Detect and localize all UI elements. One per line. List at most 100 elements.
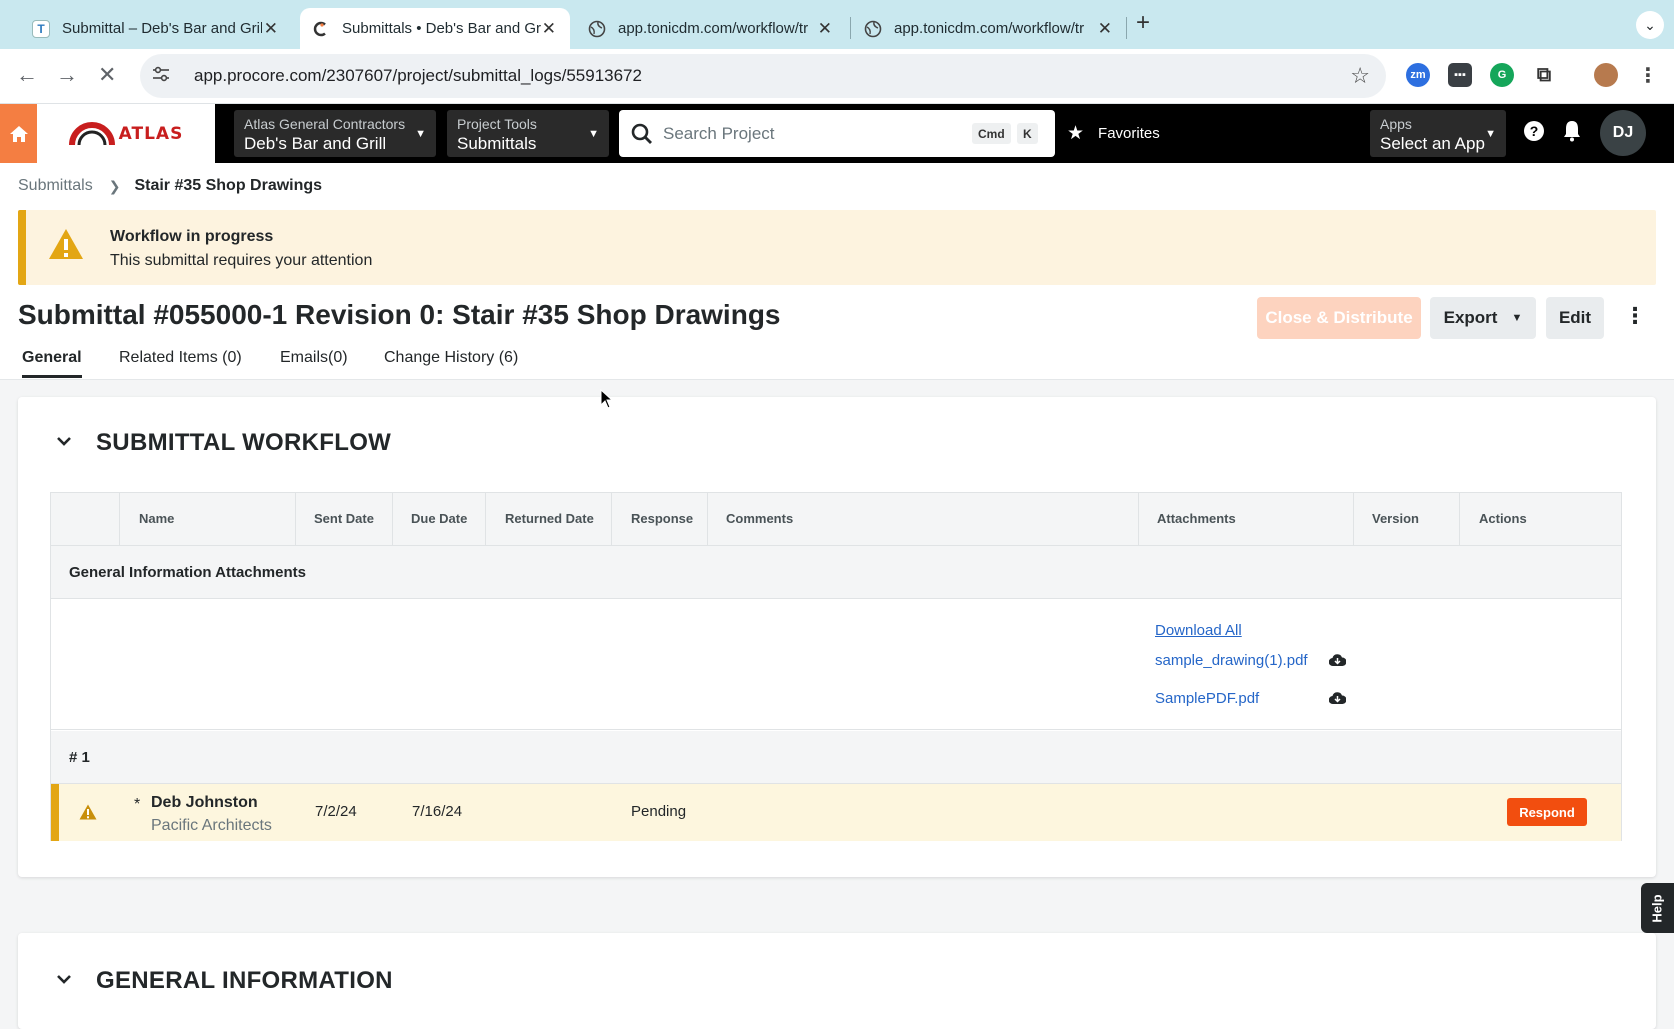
close-tab-icon[interactable]: ✕ xyxy=(264,19,278,39)
apps-label: Apps xyxy=(1380,116,1412,132)
project-tools-selector[interactable]: Project Tools Submittals ▼ xyxy=(447,110,609,157)
apps-selector[interactable]: Apps Select an App ▼ xyxy=(1370,110,1506,157)
star-icon: ★ xyxy=(1067,123,1085,144)
back-arrow-icon[interactable]: ← xyxy=(16,62,38,88)
tab-search-chevron-icon[interactable]: ⌄ xyxy=(1636,11,1664,39)
search-project-input[interactable]: Search Project Cmd K xyxy=(619,110,1055,157)
column-divider xyxy=(392,493,393,546)
puzzle-extensions-icon[interactable]: ⧉ xyxy=(1532,63,1556,87)
column-divider xyxy=(119,493,120,546)
zoom-extension-icon[interactable]: zm xyxy=(1406,63,1430,87)
attachments-row: Download All sample_drawing(1).pdf Sampl… xyxy=(51,600,1621,730)
caret-down-icon: ▼ xyxy=(1485,128,1496,140)
edit-button[interactable]: Edit xyxy=(1546,297,1604,339)
bell-icon[interactable] xyxy=(1562,120,1582,148)
breadcrumb-current: Stair #35 Shop Drawings xyxy=(134,177,323,194)
procore-icon xyxy=(312,20,330,38)
profile-avatar-icon[interactable] xyxy=(1594,63,1618,87)
home-icon[interactable] xyxy=(0,104,37,163)
cloud-download-icon[interactable] xyxy=(1328,691,1347,710)
browser-tab-4[interactable]: app.tonicdm.com/workflow/tr ✕ xyxy=(852,8,1126,49)
table-row: * Deb Johnston Pacific Architects 7/2/24… xyxy=(51,784,1621,841)
grammarly-icon[interactable]: G xyxy=(1490,63,1514,87)
column-divider xyxy=(611,493,612,546)
bookmark-star-icon[interactable]: ☆ xyxy=(1350,63,1370,89)
column-header: Version xyxy=(1372,511,1419,526)
url-text[interactable]: app.procore.com/2307607/project/submitta… xyxy=(194,66,642,86)
browser-menu-icon[interactable]: ⋮ xyxy=(1636,63,1660,87)
chevron-down-icon[interactable] xyxy=(56,434,72,452)
chevron-down-icon[interactable] xyxy=(56,972,72,990)
user-avatar[interactable]: DJ xyxy=(1600,110,1646,156)
section-title: GENERAL INFORMATION xyxy=(96,967,393,994)
help-side-tab[interactable]: Help xyxy=(1641,883,1674,933)
cloud-download-icon[interactable] xyxy=(1328,653,1347,672)
due-date: 7/16/24 xyxy=(412,803,463,820)
tab-favicon: T xyxy=(32,19,50,38)
browser-tab-1[interactable]: T Submittal – Deb's Bar and Grill ✕ xyxy=(20,8,292,49)
export-button[interactable]: Export ▼ xyxy=(1430,297,1536,339)
new-tab-plus-icon[interactable]: + xyxy=(1136,9,1150,37)
tab-change-history[interactable]: Change History (6) xyxy=(384,349,518,375)
column-divider xyxy=(1138,493,1139,546)
more-options-icon[interactable]: ⋮ xyxy=(1624,303,1646,329)
workflow-table: Name Sent Date Due Date Returned Date Re… xyxy=(50,492,1622,841)
close-distribute-button[interactable]: Close & Distribute xyxy=(1257,297,1421,339)
download-all-link[interactable]: Download All xyxy=(1155,622,1242,639)
close-tab-icon[interactable]: ✕ xyxy=(1098,19,1112,39)
page-content: Submittals ❯ Stair #35 Shop Drawings Wor… xyxy=(0,163,1674,1029)
column-divider xyxy=(485,493,486,546)
browser-tab-strip: T Submittal – Deb's Bar and Grill ✕ Subm… xyxy=(0,0,1674,49)
respond-button[interactable]: Respond xyxy=(1507,798,1587,826)
globe-icon xyxy=(588,20,606,38)
mouse-cursor-icon xyxy=(600,389,614,409)
company-label: Atlas General Contractors xyxy=(244,116,406,132)
help-label: Help xyxy=(1649,893,1665,923)
browser-tab-2[interactable]: Submittals • Deb's Bar and Grill ✕ xyxy=(300,8,570,49)
column-header: Due Date xyxy=(411,511,468,526)
globe-icon xyxy=(864,20,882,38)
tools-label: Project Tools xyxy=(457,116,537,132)
workflow-banner: Workflow in progress This submittal requ… xyxy=(18,210,1656,285)
column-header: Response xyxy=(631,511,694,526)
stop-loading-icon[interactable]: ✕ xyxy=(98,62,116,88)
sent-date: 7/2/24 xyxy=(315,803,357,820)
column-divider xyxy=(295,493,296,546)
apps-value: Select an App xyxy=(1380,134,1485,153)
site-settings-icon[interactable] xyxy=(152,66,178,86)
page-title: Submittal #055000-1 Revision 0: Stair #3… xyxy=(18,299,781,330)
search-icon xyxy=(631,123,652,144)
breadcrumb-submittals-link[interactable]: Submittals xyxy=(18,177,93,195)
tab-title: app.tonicdm.com/workflow/tr xyxy=(618,20,809,37)
column-header: Returned Date xyxy=(505,511,594,526)
chevron-right-icon: ❯ xyxy=(108,177,121,194)
step-group-row: # 1 xyxy=(51,731,1621,784)
search-placeholder: Search Project xyxy=(663,123,775,143)
company-project-selector[interactable]: Atlas General Contractors Deb's Bar and … xyxy=(234,110,436,157)
favorites-button[interactable]: ★ Favorites xyxy=(1067,122,1160,145)
section-title: SUBMITTAL WORKFLOW xyxy=(96,429,392,456)
tab-emails[interactable]: Emails(0) xyxy=(280,349,348,375)
forward-arrow-icon[interactable]: → xyxy=(56,62,78,88)
tab-related-items[interactable]: Related Items (0) xyxy=(119,349,242,375)
general-information-header[interactable]: GENERAL INFORMATION xyxy=(56,967,393,995)
company-logo[interactable]: ATLAS xyxy=(37,104,215,163)
column-divider xyxy=(1459,493,1460,546)
column-header: Name xyxy=(139,511,175,526)
close-tab-icon[interactable]: ✕ xyxy=(818,19,832,39)
browser-tab-3[interactable]: app.tonicdm.com/workflow/tr ✕ xyxy=(576,8,846,49)
close-tab-icon[interactable]: ✕ xyxy=(542,19,556,39)
browser-toolbar: ← → ✕ app.procore.com/2307607/project/su… xyxy=(0,49,1674,104)
general-information-card: GENERAL INFORMATION xyxy=(18,933,1656,1029)
submittal-workflow-header[interactable]: SUBMITTAL WORKFLOW xyxy=(56,429,391,457)
address-bar[interactable]: app.procore.com/2307607/project/submitta… xyxy=(140,54,1386,98)
warning-icon xyxy=(79,804,97,820)
tab-title: app.tonicdm.com/workflow/tr xyxy=(894,20,1085,37)
attachment-link[interactable]: SamplePDF.pdf xyxy=(1155,690,1259,707)
extension-icon[interactable]: ▪▪▪ xyxy=(1448,63,1472,87)
banner-title: Workflow in progress xyxy=(110,228,274,245)
tab-general[interactable]: General xyxy=(22,349,82,378)
column-header: Actions xyxy=(1479,511,1527,526)
help-icon[interactable]: ? xyxy=(1523,120,1545,148)
attachment-link[interactable]: sample_drawing(1).pdf xyxy=(1155,652,1308,669)
